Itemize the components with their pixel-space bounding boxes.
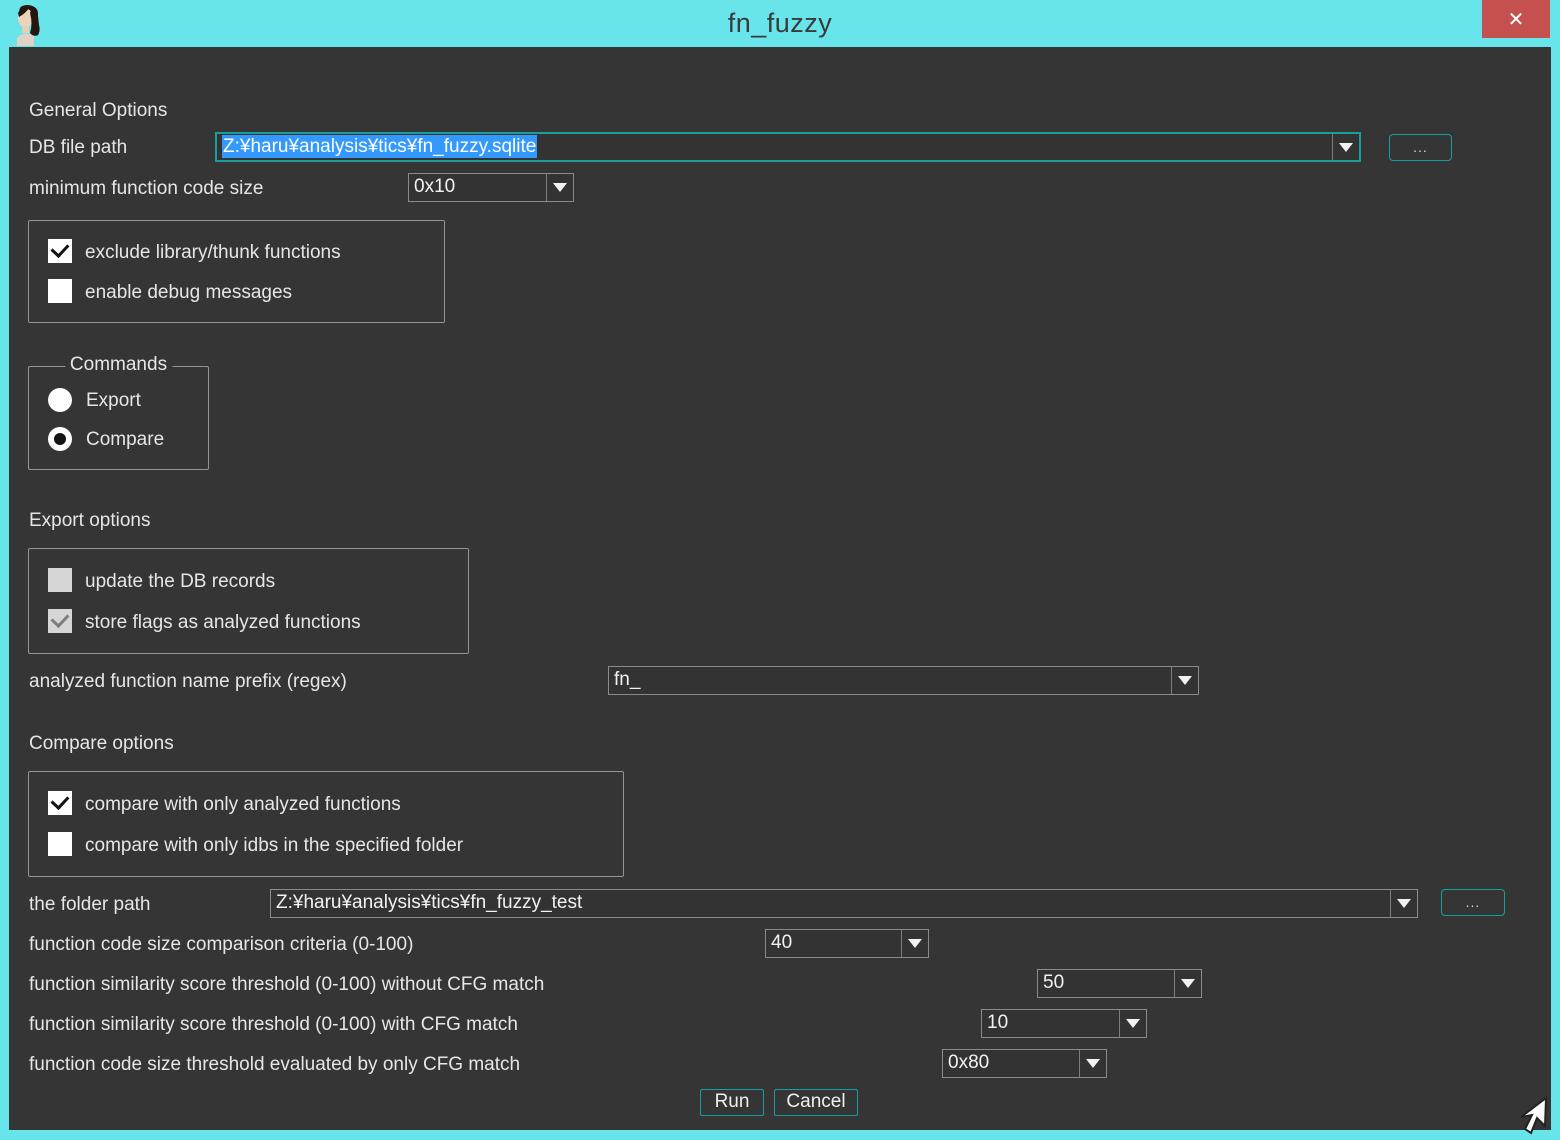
criteria-value: 40: [766, 930, 901, 957]
close-button[interactable]: ✕: [1482, 0, 1550, 38]
chevron-down-icon[interactable]: [1332, 134, 1359, 160]
commands-groupbox: Commands: [28, 366, 209, 470]
min-code-size-value: 0x10: [409, 174, 546, 201]
checkbox-store-flags[interactable]: [48, 609, 72, 633]
general-checkbox-groupbox: [28, 220, 445, 323]
chevron-down-icon[interactable]: [1390, 890, 1417, 917]
prefix-value: fn_: [609, 667, 1171, 694]
db-file-path-value: Z:¥haru¥analysis¥tics¥fn_fuzzy.sqlite: [217, 134, 1332, 160]
sim-without-cfg-label: function similarity score threshold (0-1…: [29, 973, 544, 997]
sim-with-cfg-value: 10: [982, 1010, 1119, 1037]
code-size-cfg-combobox[interactable]: 0x80: [942, 1049, 1107, 1078]
radio-compare-label[interactable]: Compare: [86, 428, 164, 452]
db-file-path-label: DB file path: [29, 136, 127, 160]
chevron-down-icon[interactable]: [901, 930, 928, 957]
browse-db-button[interactable]: ...: [1389, 134, 1452, 161]
code-size-cfg-label: function code size threshold evaluated b…: [29, 1053, 520, 1077]
compare-options-heading: Compare options: [29, 732, 174, 756]
prefix-combobox[interactable]: fn_: [608, 666, 1199, 695]
folder-path-value: Z:¥haru¥analysis¥tics¥fn_fuzzy_test: [271, 890, 1390, 917]
mouse-cursor: [1516, 1096, 1550, 1140]
checkbox-compare-analyzed-label[interactable]: compare with only analyzed functions: [85, 793, 401, 817]
radio-export[interactable]: [48, 388, 72, 412]
fn-fuzzy-dialog: fn_fuzzy ✕ General Options DB file path …: [0, 0, 1560, 1140]
checkbox-store-flags-label[interactable]: store flags as analyzed functions: [85, 611, 361, 635]
chevron-down-icon[interactable]: [1171, 667, 1198, 694]
checkbox-compare-analyzed[interactable]: [48, 791, 72, 815]
checkbox-exclude-library[interactable]: [48, 239, 72, 263]
export-checkbox-groupbox: [28, 548, 469, 654]
min-code-size-label: minimum function code size: [29, 177, 263, 201]
export-options-heading: Export options: [29, 509, 150, 533]
chevron-down-icon[interactable]: [546, 174, 573, 201]
sim-with-cfg-label: function similarity score threshold (0-1…: [29, 1013, 518, 1037]
checkbox-update-db[interactable]: [48, 568, 72, 592]
code-size-cfg-value: 0x80: [943, 1050, 1079, 1077]
prefix-label: analyzed function name prefix (regex): [29, 670, 347, 694]
commands-legend: Commands: [65, 354, 172, 376]
sim-with-cfg-combobox[interactable]: 10: [981, 1009, 1147, 1038]
criteria-combobox[interactable]: 40: [765, 929, 929, 958]
sim-without-cfg-value: 50: [1038, 970, 1174, 997]
folder-path-combobox[interactable]: Z:¥haru¥analysis¥tics¥fn_fuzzy_test: [270, 889, 1418, 918]
titlebar[interactable]: fn_fuzzy ✕: [0, 0, 1560, 47]
radio-compare[interactable]: [48, 427, 72, 451]
general-options-heading: General Options: [29, 99, 167, 123]
cancel-button[interactable]: Cancel: [774, 1089, 858, 1116]
browse-folder-button[interactable]: ...: [1441, 889, 1505, 916]
checkbox-exclude-library-label[interactable]: exclude library/thunk functions: [85, 241, 341, 265]
checkbox-enable-debug-label[interactable]: enable debug messages: [85, 281, 292, 305]
chevron-down-icon[interactable]: [1174, 970, 1201, 997]
folder-path-label: the folder path: [29, 893, 150, 917]
radio-export-label[interactable]: Export: [86, 389, 141, 413]
checkbox-compare-idbs[interactable]: [48, 832, 72, 856]
compare-checkbox-groupbox: [28, 771, 624, 877]
criteria-label: function code size comparison criteria (…: [29, 933, 413, 957]
checkbox-update-db-label[interactable]: update the DB records: [85, 570, 275, 594]
close-icon: ✕: [1508, 7, 1525, 32]
window-title: fn_fuzzy: [0, 8, 1560, 39]
run-button[interactable]: Run: [700, 1089, 764, 1116]
checkbox-compare-idbs-label[interactable]: compare with only idbs in the specified …: [85, 834, 463, 858]
checkbox-enable-debug[interactable]: [48, 279, 72, 303]
db-file-path-combobox[interactable]: Z:¥haru¥analysis¥tics¥fn_fuzzy.sqlite: [215, 132, 1361, 162]
chevron-down-icon[interactable]: [1079, 1050, 1106, 1077]
min-code-size-combobox[interactable]: 0x10: [408, 173, 574, 202]
chevron-down-icon[interactable]: [1119, 1010, 1146, 1037]
sim-without-cfg-combobox[interactable]: 50: [1037, 969, 1202, 998]
